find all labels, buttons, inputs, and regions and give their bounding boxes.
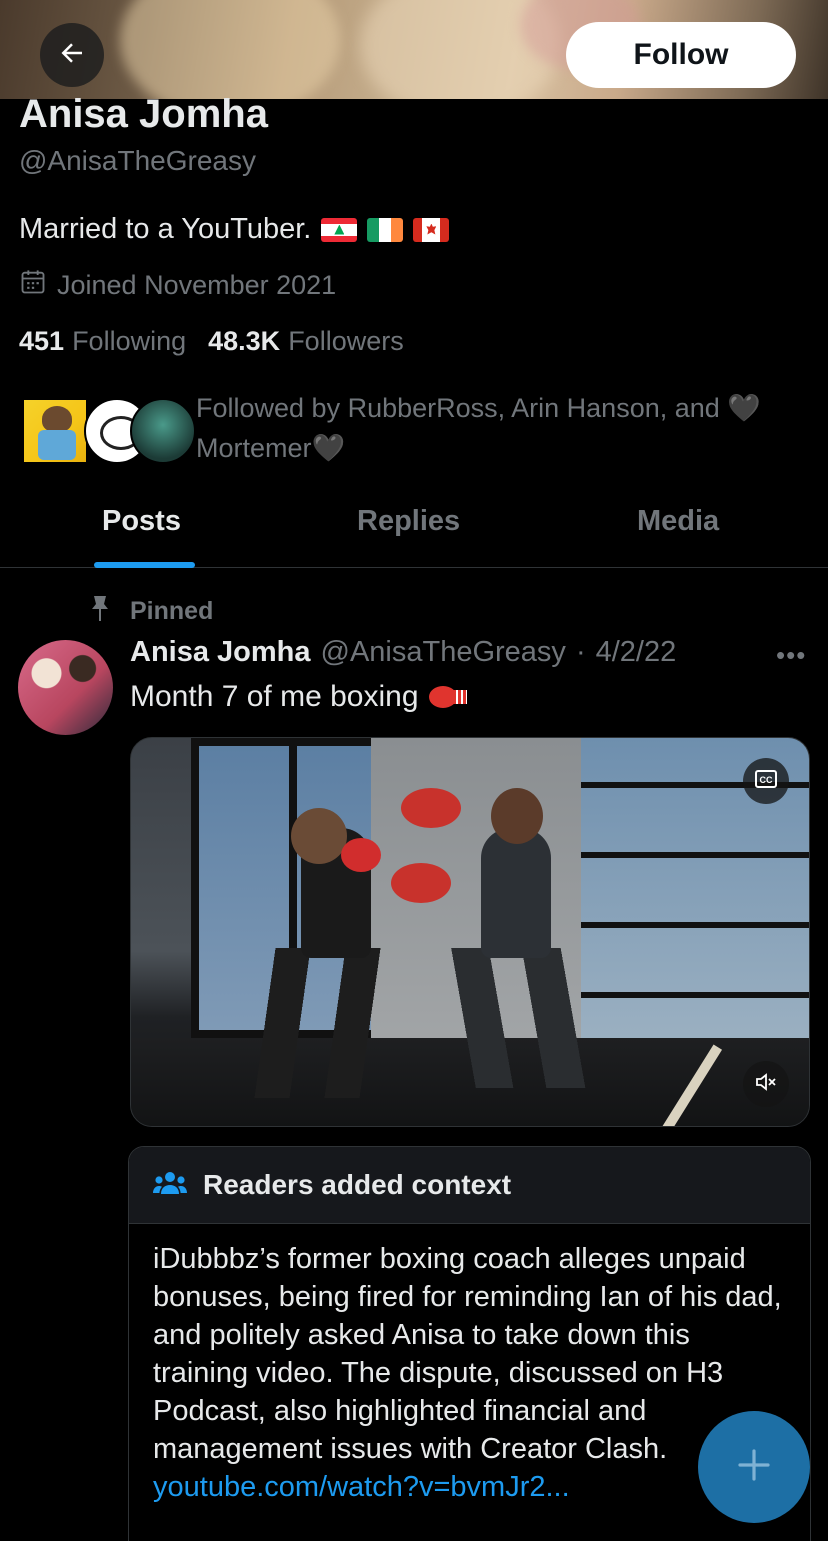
people-icon xyxy=(153,1170,187,1201)
community-note-header: Readers added context xyxy=(129,1147,810,1224)
captions-button[interactable]: CC xyxy=(743,758,789,804)
post-author-avatar[interactable] xyxy=(18,640,113,735)
followed-by-line: Mortemer🖤 xyxy=(196,433,346,463)
following-count: 451 xyxy=(19,326,65,356)
post-separator: · xyxy=(575,636,586,668)
tab-replies[interactable]: Replies xyxy=(357,505,460,538)
joined-date: Joined November 2021 xyxy=(19,268,336,303)
following-stat[interactable]: 451 Following xyxy=(19,326,186,357)
compose-post-button[interactable] xyxy=(698,1411,810,1523)
canada-flag-icon xyxy=(413,217,450,242)
followers-count: 48.3K xyxy=(208,326,281,356)
captions-icon: CC xyxy=(755,769,777,793)
followed-by-line: Followed by RubberRoss, Arin Hanson, and… xyxy=(196,393,761,423)
community-note-title: Readers added context xyxy=(203,1169,512,1200)
pinned-label: Pinned xyxy=(130,597,214,625)
captions-label: CC xyxy=(760,775,773,785)
followed-by-text[interactable]: Followed by RubberRoss, Arin Hanson, and… xyxy=(196,388,806,468)
profile-handle: @AnisaTheGreasy xyxy=(19,145,256,176)
joined-text: Joined November 2021 xyxy=(57,270,337,300)
arrow-left-icon xyxy=(57,38,87,73)
bio-text: Married to a YouTuber. xyxy=(19,213,312,245)
post-author-handle[interactable]: @AnisaTheGreasy xyxy=(321,636,566,669)
post-header: Anisa Jomha @AnisaTheGreasy · 4/2/22 xyxy=(130,636,676,669)
following-label: Following xyxy=(72,326,187,356)
followers-stat[interactable]: 48.3K Followers xyxy=(208,326,404,357)
more-options-icon[interactable]: ••• xyxy=(776,640,806,671)
unmute-button[interactable] xyxy=(743,1061,789,1107)
calendar-icon xyxy=(19,268,47,303)
pin-icon xyxy=(88,594,112,629)
pinned-indicator: Pinned xyxy=(88,594,213,629)
tab-media[interactable]: Media xyxy=(637,505,719,538)
active-tab-indicator xyxy=(94,562,195,568)
post-text: Month 7 of me boxing xyxy=(130,680,469,714)
post-video[interactable]: CC xyxy=(130,737,810,1127)
followers-label: Followers xyxy=(288,326,404,356)
profile-bio: Married to a YouTuber. xyxy=(19,213,450,246)
community-note-link[interactable]: youtube.com/watch?v=bvmJr2... xyxy=(153,1468,786,1506)
speaker-muted-icon xyxy=(754,1070,778,1099)
ireland-flag-icon xyxy=(367,217,404,242)
lebanon-flag-icon xyxy=(321,217,358,242)
plus-icon xyxy=(737,1448,771,1487)
post-body: Month 7 of me boxing xyxy=(130,680,419,713)
back-button[interactable] xyxy=(40,23,104,87)
boxing-glove-icon xyxy=(428,684,469,710)
profile-tabs: Posts Replies Media xyxy=(0,490,828,568)
community-note-text: iDubbbz’s former boxing coach alleges un… xyxy=(153,1243,782,1465)
followed-by-avatars[interactable] xyxy=(22,398,196,466)
coach-figure xyxy=(391,778,604,1098)
follow-button[interactable]: Follow xyxy=(566,22,796,88)
avatar xyxy=(130,398,196,464)
avatar xyxy=(22,398,88,464)
tab-posts[interactable]: Posts xyxy=(102,505,181,538)
post-author-name[interactable]: Anisa Jomha xyxy=(130,636,311,669)
profile-name: Anisa Jomha xyxy=(19,92,268,136)
follow-stats: 451 Following 48.3K Followers xyxy=(19,326,404,357)
boxer-figure xyxy=(240,808,421,1108)
post-date[interactable]: 4/2/22 xyxy=(596,636,677,669)
